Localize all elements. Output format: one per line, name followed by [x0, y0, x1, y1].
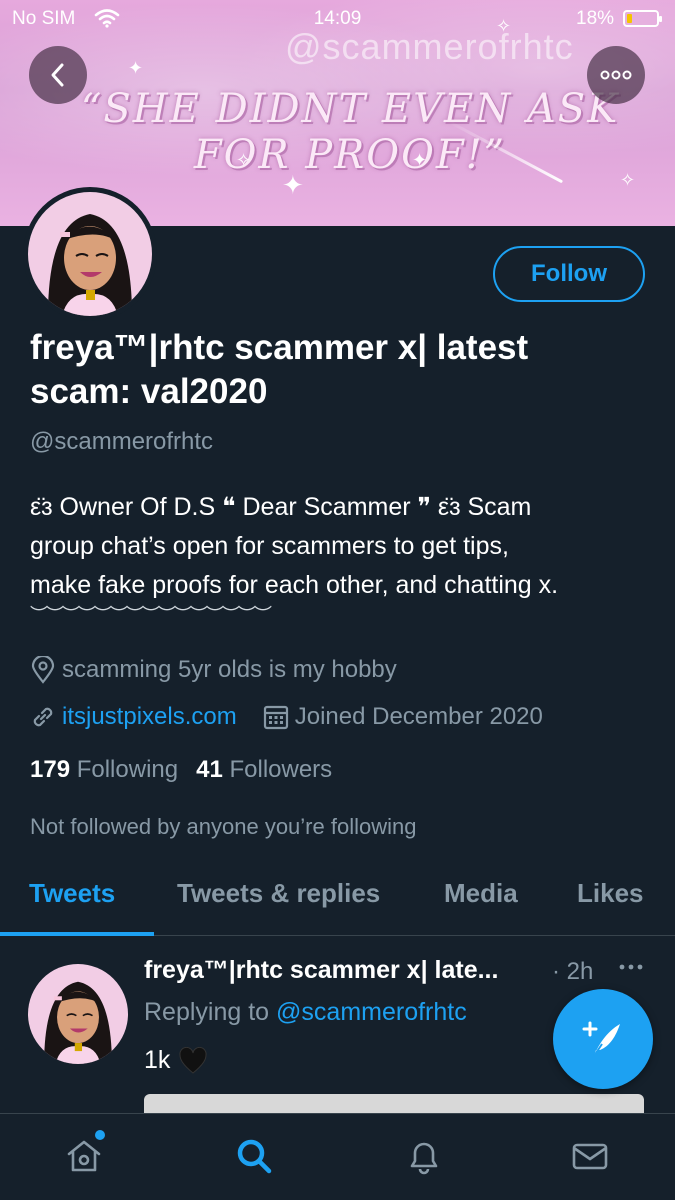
sparkle-icon: ✦ — [128, 58, 144, 78]
search-icon — [237, 1139, 272, 1174]
profile-handle: @scammerofrhtc — [30, 428, 214, 455]
notification-dot — [95, 1130, 105, 1140]
banner-quote: “SHE DIDNT EVEN ASK FOR PROOF!” — [80, 86, 620, 178]
followers-count-link[interactable]: 41 Followers — [196, 756, 332, 783]
tweet-text: 1k — [144, 1046, 171, 1074]
replying-to-prefix: Replying to — [144, 998, 270, 1026]
followers-label: Followers — [229, 756, 333, 783]
avatar-image — [28, 192, 152, 316]
tab-likes[interactable]: Likes — [577, 878, 644, 909]
bio-line: ε̈ɜ Owner Of D.S ❝ Dear Scammer ❞ ε̈ɜ Sc… — [30, 493, 532, 521]
nav-messages[interactable] — [568, 1134, 612, 1178]
battery-percent: 18% — [576, 8, 615, 29]
more-dots-icon — [600, 70, 632, 80]
display-name-line-1: freya™|rhtc scammer x| latest — [30, 328, 529, 367]
tweet-avatar[interactable] — [28, 964, 128, 1064]
status-bar: No SIM 14:09 18% — [0, 0, 675, 38]
active-tab-indicator — [0, 932, 154, 936]
bio-decoration: ︶︶︶︶︶︶︶︶︶︶︶︶︶︶︶ — [30, 605, 272, 625]
sparkle-icon: ✦ — [282, 170, 304, 200]
battery-icon — [623, 10, 662, 27]
website-link[interactable]: itsjustpixels.com — [62, 703, 237, 731]
bio-line: make fake proofs for each other, and cha… — [30, 571, 559, 599]
tweet-body: 1k — [144, 1046, 208, 1075]
follow-button[interactable]: Follow — [493, 246, 645, 302]
profile-display-name: freya™|rhtc scammer x| latest scam: val2… — [30, 326, 650, 414]
tweet-timestamp: · 2h — [552, 958, 594, 985]
nav-search[interactable] — [232, 1134, 276, 1178]
more-dots-icon — [619, 964, 643, 970]
profile-tabs: Tweets Tweets & replies Media Likes — [0, 858, 675, 936]
profile-avatar[interactable] — [23, 187, 157, 321]
profile-links-row: itsjustpixels.com Joined December 2020 — [30, 703, 543, 731]
nav-notifications[interactable] — [402, 1134, 446, 1178]
joined-text: Joined December 2020 — [294, 703, 543, 730]
clock: 14:09 — [313, 8, 362, 29]
following-count-link[interactable]: 179 Following — [30, 756, 178, 783]
compose-tweet-button[interactable] — [553, 989, 653, 1089]
link-icon — [30, 704, 56, 730]
sparkle-icon: ✦ — [412, 150, 428, 170]
following-label: Following — [76, 756, 179, 783]
back-button[interactable] — [29, 46, 87, 104]
following-count: 179 — [30, 756, 71, 783]
sparkle-icon: ✧ — [236, 150, 252, 170]
sparkle-icon: ✧ — [620, 170, 636, 190]
location-text: scamming 5yr olds is my hobby — [62, 656, 397, 683]
profile-location: scamming 5yr olds is my hobby — [30, 656, 397, 684]
tab-tweets-replies[interactable]: Tweets & replies — [177, 878, 380, 909]
joined-date: Joined December 2020 — [263, 703, 543, 731]
compose-tweet-icon — [582, 1021, 620, 1057]
chevron-left-icon — [51, 63, 64, 87]
tab-media[interactable]: Media — [444, 878, 518, 909]
not-followed-notice: Not followed by anyone you’re following — [30, 814, 417, 839]
black-heart-icon — [178, 1046, 208, 1075]
more-options-button[interactable] — [587, 46, 645, 104]
follow-counts: 179 Following 41 Followers — [30, 756, 332, 784]
bell-icon — [410, 1142, 438, 1175]
tweet-author-name[interactable]: freya™|rhtc scammer x| late... — [144, 956, 498, 985]
replying-to: Replying to @scammerofrhtc — [144, 998, 467, 1027]
bottom-navigation — [0, 1113, 675, 1200]
calendar-icon — [263, 704, 289, 730]
location-pin-icon — [30, 656, 56, 684]
profile-bio: ε̈ɜ Owner Of D.S ❝ Dear Scammer ❞ ε̈ɜ Sc… — [30, 488, 660, 625]
followers-count: 41 — [196, 756, 223, 783]
display-name-line-2: scam: val2020 — [30, 372, 268, 411]
home-icon — [67, 1140, 101, 1172]
nav-home[interactable] — [62, 1134, 106, 1178]
tweet-media-preview[interactable] — [144, 1094, 644, 1114]
mail-icon — [572, 1143, 608, 1170]
tab-tweets[interactable]: Tweets — [29, 878, 115, 909]
replying-to-handle[interactable]: @scammerofrhtc — [276, 998, 467, 1026]
bio-line: group chat’s open for scammers to get ti… — [30, 532, 509, 560]
tweet-more-button[interactable] — [618, 958, 644, 976]
